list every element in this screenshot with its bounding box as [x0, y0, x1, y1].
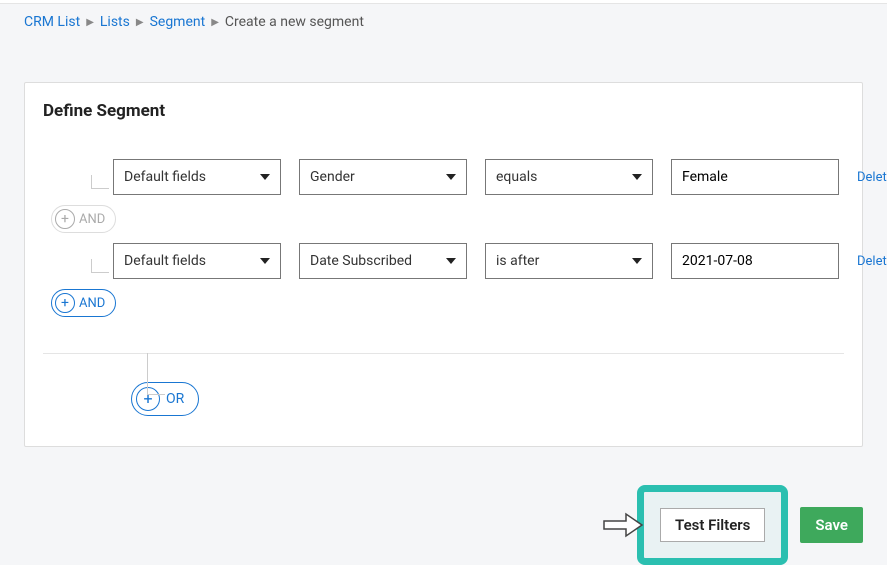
- field-group-value: Default fields: [124, 169, 206, 185]
- plus-icon: +: [55, 209, 75, 229]
- breadcrumb: CRM List ▶ Lists ▶ Segment ▶ Create a ne…: [0, 4, 887, 40]
- operator-select[interactable]: is after: [485, 243, 653, 279]
- connector-line: [91, 259, 109, 273]
- value-input[interactable]: [671, 243, 839, 279]
- operator-select[interactable]: equals: [485, 159, 653, 195]
- field-select[interactable]: Date Subscribed: [299, 243, 467, 279]
- field-group-select[interactable]: Default fields: [113, 159, 281, 195]
- breadcrumb-current: Create a new segment: [225, 14, 364, 30]
- field-value: Date Subscribed: [310, 253, 412, 269]
- caret-down-icon: [632, 174, 642, 180]
- rule-row: Default fields Date Subscribed is after …: [113, 243, 844, 279]
- callout-highlight: Test Filters: [637, 485, 788, 565]
- caret-down-icon: [632, 258, 642, 264]
- or-section: + OR: [43, 353, 844, 438]
- or-label: OR: [166, 391, 184, 407]
- field-value: Gender: [310, 169, 355, 185]
- card-body: Default fields Gender equals Delete + AN…: [25, 121, 862, 446]
- delete-rule-link[interactable]: Delete: [857, 254, 887, 269]
- chevron-right-icon: ▶: [86, 17, 94, 28]
- segment-card: Define Segment Default fields Gender equ…: [24, 82, 863, 447]
- caret-down-icon: [260, 258, 270, 264]
- and-joiner-disabled: + AND: [51, 205, 116, 233]
- caret-down-icon: [260, 174, 270, 180]
- delete-rule-link[interactable]: Delete: [857, 170, 887, 185]
- field-group-value: Default fields: [124, 253, 206, 269]
- plus-icon: +: [55, 293, 75, 313]
- caret-down-icon: [446, 258, 456, 264]
- test-filters-button[interactable]: Test Filters: [660, 508, 765, 542]
- and-label: AND: [79, 212, 105, 227]
- chevron-right-icon: ▶: [136, 17, 144, 28]
- operator-value: equals: [496, 169, 537, 185]
- field-select[interactable]: Gender: [299, 159, 467, 195]
- breadcrumb-crm-list[interactable]: CRM List: [24, 14, 80, 30]
- caret-down-icon: [446, 174, 456, 180]
- card-title: Define Segment: [43, 101, 844, 121]
- breadcrumb-lists[interactable]: Lists: [100, 14, 130, 30]
- card-header: Define Segment: [25, 83, 862, 121]
- chevron-right-icon: ▶: [211, 17, 219, 28]
- connector-line: [91, 175, 109, 189]
- add-or-condition-button[interactable]: + OR: [131, 382, 199, 416]
- add-and-condition-button[interactable]: + AND: [51, 289, 116, 317]
- connector-line: [147, 353, 165, 395]
- arrow-right-icon: [600, 511, 644, 539]
- breadcrumb-segment[interactable]: Segment: [150, 14, 206, 30]
- and-label: AND: [79, 296, 105, 311]
- rule-row: Default fields Gender equals Delete: [113, 159, 844, 195]
- footer-actions: Test Filters Save: [0, 447, 887, 565]
- operator-value: is after: [496, 253, 539, 269]
- value-input[interactable]: [671, 159, 839, 195]
- field-group-select[interactable]: Default fields: [113, 243, 281, 279]
- save-button[interactable]: Save: [800, 507, 863, 543]
